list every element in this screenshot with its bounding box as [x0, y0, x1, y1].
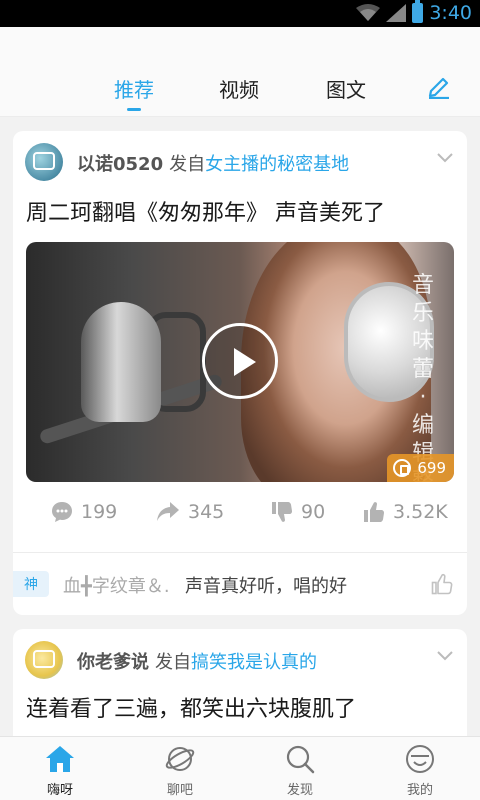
- group-link[interactable]: 搞笑我是认真的: [191, 652, 317, 673]
- wifi-icon: [356, 4, 381, 21]
- play-count-icon: [393, 459, 412, 477]
- nav-label: 我的: [406, 783, 433, 798]
- post-meta: 你老爹说 发自搞笑我是认真的: [77, 648, 317, 674]
- top-tab-bar: 推荐 视频 图文: [0, 27, 480, 117]
- active-tab-indicator: [127, 108, 141, 111]
- signal-icon: [386, 4, 407, 22]
- action-bar: 199 345 90 3.52K: [13, 501, 467, 533]
- nav-item-discover[interactable]: 发现: [240, 737, 360, 800]
- nav-label: 发现: [286, 783, 313, 798]
- thumbs-down-icon: [272, 502, 293, 522]
- dislike-count: 90: [301, 501, 326, 523]
- play-button[interactable]: [202, 323, 278, 399]
- from-label: 发自: [155, 652, 191, 673]
- bottom-nav: 嗨呀 聊吧 发现 我的: [0, 736, 480, 800]
- share-count: 345: [188, 501, 225, 523]
- edit-icon[interactable]: [426, 73, 452, 99]
- battery-icon: [412, 0, 424, 23]
- god-comment-badge: 神: [13, 571, 49, 597]
- group-link[interactable]: 女主播的秘密基地: [205, 154, 349, 175]
- comment-text: 声音真好听，唱的好: [185, 576, 347, 597]
- post-meta: 以诺0520 发自女主播的秘密基地: [77, 150, 349, 176]
- hot-comment[interactable]: 神 血╋字纹章＆. 声音真好听，唱的好: [13, 568, 467, 600]
- avatar[interactable]: [25, 143, 63, 181]
- smiley-icon: [406, 745, 434, 773]
- home-icon: [46, 746, 74, 772]
- from-label: 发自: [169, 154, 206, 175]
- chevron-down-icon[interactable]: [437, 153, 453, 163]
- status-bar: 3:40: [0, 0, 480, 27]
- video-thumbnail[interactable]: 音乐味蕾·编辑整 699: [26, 242, 454, 482]
- like-count: 3.52K: [393, 501, 448, 523]
- avatar[interactable]: [25, 641, 63, 679]
- status-time: 3:40: [429, 2, 472, 24]
- comment-username[interactable]: 血╋字纹章＆.: [63, 572, 170, 598]
- comment-button[interactable]: 199: [51, 501, 117, 523]
- share-icon: [157, 502, 179, 521]
- nav-label: 嗨呀: [46, 783, 73, 798]
- tab-image-text[interactable]: 图文: [326, 74, 366, 103]
- post-title[interactable]: 连着看了三遍，都笑出六块腹肌了: [26, 691, 356, 723]
- post-title[interactable]: 周二珂翻唱《匆匆那年》 声音美死了: [26, 195, 385, 227]
- view-count-badge: 699: [387, 454, 454, 482]
- comment-like-icon[interactable]: [431, 573, 453, 595]
- tab-recommend[interactable]: 推荐: [114, 74, 154, 103]
- comment-count: 199: [81, 501, 118, 523]
- view-count: 699: [417, 459, 446, 477]
- share-button[interactable]: 345: [156, 501, 224, 523]
- like-button[interactable]: 3.52K: [363, 501, 448, 523]
- nav-label: 聊吧: [166, 783, 193, 798]
- divider: [13, 552, 467, 553]
- nav-item-home[interactable]: 嗨呀: [0, 737, 120, 800]
- username[interactable]: 你老爹说: [77, 652, 149, 673]
- dislike-button[interactable]: 90: [271, 501, 325, 523]
- post-card[interactable]: 以诺0520 发自女主播的秘密基地 周二珂翻唱《匆匆那年》 声音美死了 音乐味蕾·…: [13, 131, 467, 615]
- comment-icon: [52, 502, 72, 522]
- planet-icon: [165, 747, 195, 771]
- username[interactable]: 以诺0520: [77, 154, 163, 175]
- status-icons: 3:40: [356, 0, 472, 24]
- chevron-down-icon[interactable]: [437, 651, 453, 661]
- tab-video[interactable]: 视频: [219, 74, 259, 103]
- nav-item-profile[interactable]: 我的: [360, 737, 480, 800]
- thumbs-up-icon: [364, 502, 385, 522]
- nav-item-chat[interactable]: 聊吧: [120, 737, 240, 800]
- search-icon: [286, 745, 315, 774]
- video-watermark: 音乐味蕾·编辑整: [411, 273, 434, 482]
